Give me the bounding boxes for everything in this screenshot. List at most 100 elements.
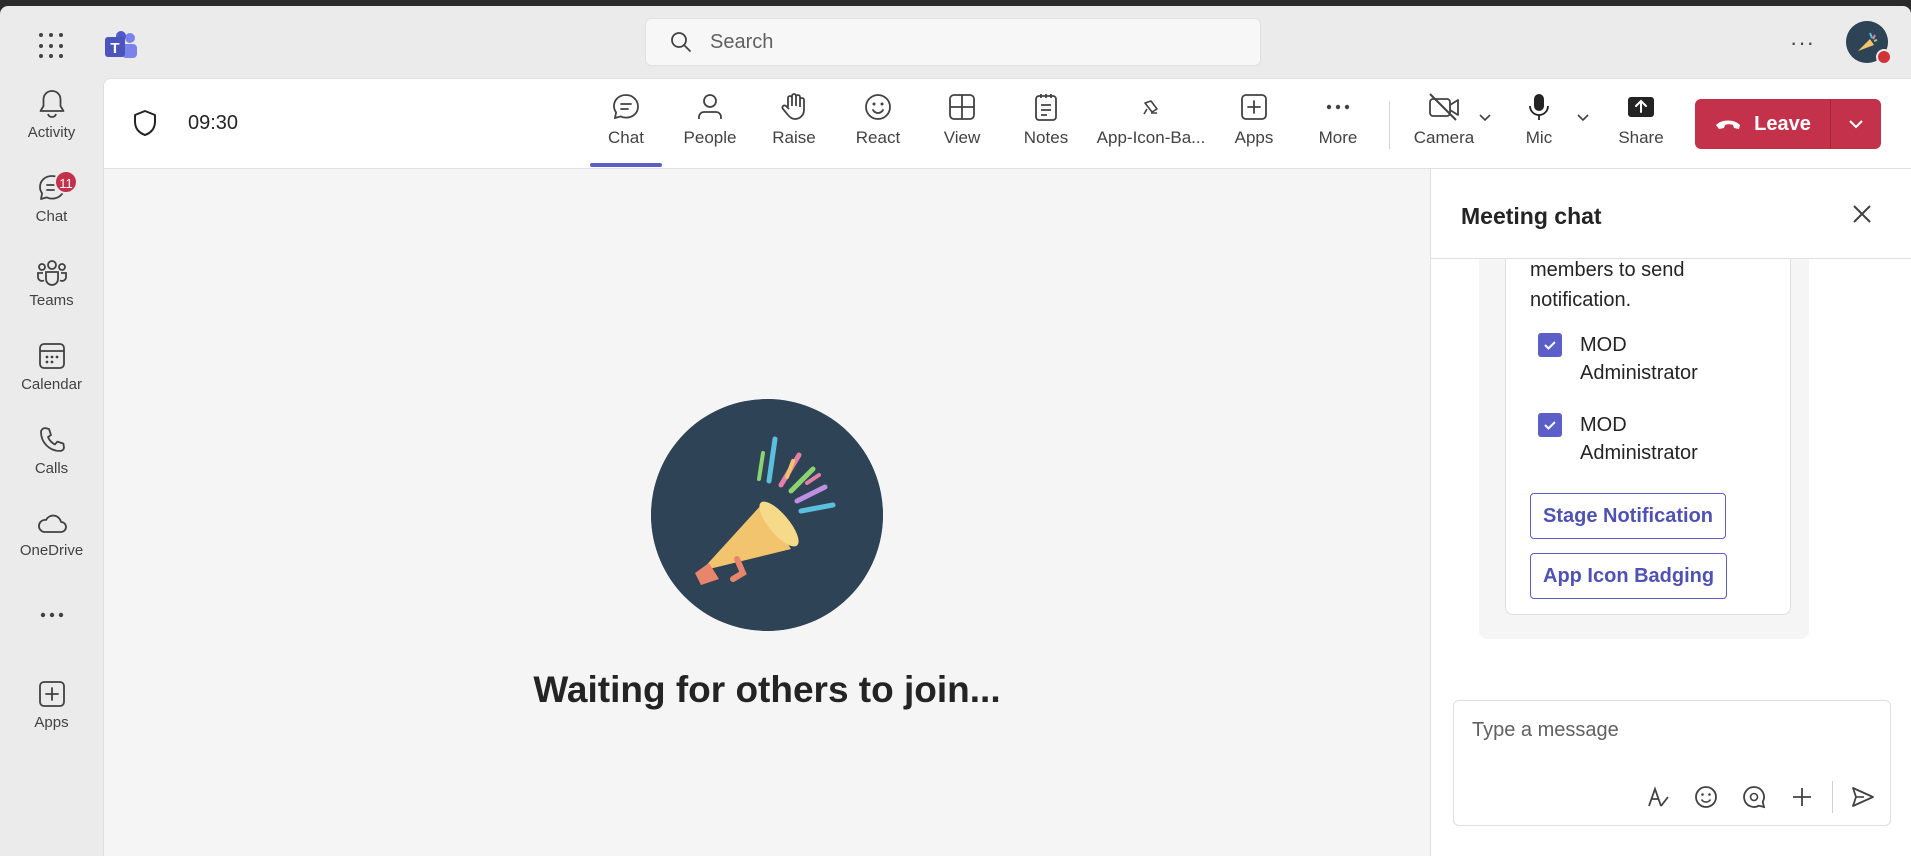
rail-label: Chat [35,208,68,225]
toolbar-people-button[interactable]: People [675,91,745,161]
calendar-icon [38,343,65,369]
hang-up-icon [1716,120,1741,129]
member-checkbox-row[interactable]: MOD Administrator [1538,411,1720,467]
toolbar-chat-button[interactable]: Chat [591,91,661,161]
toolbar-label: Mic [1525,128,1553,147]
raise-hand-icon [781,93,805,120]
toolbar-mic-button[interactable]: Mic [1509,91,1569,161]
toolbar-notes-button[interactable]: Notes [1011,91,1081,161]
app-launcher-icon[interactable] [36,30,68,62]
chat-panel-header: Meeting chat [1431,169,1911,259]
microphone-icon [1529,94,1549,120]
person-icon [698,94,722,119]
toolbar-view-button[interactable]: View [927,91,997,161]
send-icon[interactable] [1839,784,1887,810]
more-options-icon[interactable]: ··· [1790,30,1815,56]
leave-label: Leave [1754,112,1811,135]
rail-item-onedrive[interactable]: OneDrive [0,508,103,588]
search-icon [671,32,691,52]
checkmark-icon [1544,421,1556,430]
add-app-icon [38,681,65,707]
toolbar-label: Notes [1023,128,1069,147]
meeting-toolbar: 09:30 Chat People Raise React View Notes… [104,79,1911,169]
mic-options-chevron-icon[interactable] [1575,109,1591,125]
leave-button[interactable]: Leave [1695,99,1881,149]
meeting-chat-panel: Meeting chat members to send notificatio… [1430,169,1911,856]
close-icon[interactable] [1851,203,1873,225]
checkbox-checked[interactable] [1538,333,1562,357]
compose-divider [1832,781,1833,813]
card-instruction-text: members to send notification. [1530,259,1685,311]
unread-badge: 11 [54,170,78,194]
toolbar-raise-button[interactable]: Raise [759,91,829,161]
rail-label: Teams [29,292,74,309]
checkbox-checked[interactable] [1538,413,1562,437]
member-name: MOD Administrator [1580,334,1698,384]
toolbar-label: React [855,128,901,147]
adaptive-card: members to send notification. MOD Admini… [1505,259,1791,615]
member-name: MOD Administrator [1580,414,1698,464]
loop-icon[interactable] [1730,784,1778,810]
avatar[interactable] [1846,21,1892,65]
toolbar-label: Share [1618,128,1664,147]
add-icon[interactable] [1778,784,1826,810]
rail-more-apps-icon[interactable] [0,610,103,640]
rail-label: Apps [34,714,69,731]
toolbar-label: More [1318,128,1358,147]
search-input[interactable] [710,30,1230,54]
megaphone-illustration [651,399,883,631]
cloud-icon [37,514,67,533]
smiley-icon [865,94,891,120]
member-checkbox-row[interactable]: MOD Administrator [1538,331,1720,387]
title-bar: T ··· [0,6,1911,78]
compose-toolbar [1634,781,1887,813]
rail-item-chat[interactable]: 11 Chat [0,170,103,252]
rail-item-activity[interactable]: Activity [0,88,103,168]
toolbar-label: Apps [1234,128,1274,147]
chat-panel-title: Meeting chat [1461,203,1602,229]
bell-icon [39,90,64,118]
toolbar-apps-button[interactable]: Apps [1219,91,1289,161]
camera-options-chevron-icon[interactable] [1477,109,1493,125]
meeting-stage: Waiting for others to join... [104,169,1430,856]
rail-label: OneDrive [19,542,84,559]
meeting-timer: 09:30 [188,112,239,134]
phone-icon [39,427,65,452]
toolbar-divider [1389,101,1390,149]
meeting-area: 09:30 Chat People Raise React View Notes… [103,78,1911,856]
format-icon[interactable] [1634,784,1682,810]
toolbar-label: Raise [772,128,816,147]
app-rail: Activity 11 Chat Teams Calendar Calls On… [0,78,103,856]
emoji-icon[interactable] [1682,784,1730,810]
rail-item-calls[interactable]: Calls [0,424,103,504]
message-input[interactable] [1472,719,1872,742]
rail-item-calendar[interactable]: Calendar [0,340,103,420]
rail-label: Calendar [21,376,82,393]
toolbar-share-button[interactable]: Share [1606,91,1676,161]
shield-icon[interactable] [132,109,158,137]
toolbar-app-icon-badging-button[interactable]: App-Icon-Ba... [1096,91,1206,161]
toolbar-more-button[interactable]: More [1303,91,1373,161]
rail-item-apps[interactable]: Apps [0,678,103,758]
teams-icon [36,260,67,286]
stage-notification-button[interactable]: Stage Notification [1530,493,1727,539]
rail-item-teams[interactable]: Teams [0,256,103,336]
status-busy-indicator [1876,49,1892,65]
app-badging-icon [1143,100,1158,115]
search-box[interactable] [645,18,1261,66]
add-app-icon [1241,94,1267,120]
leave-options-chevron-icon[interactable] [1831,115,1881,133]
chat-icon [613,94,639,120]
toolbar-react-button[interactable]: React [843,91,913,161]
leave-main[interactable]: Leave [1695,99,1831,149]
message-bubble: members to send notification. MOD Admini… [1479,259,1809,639]
toolbar-label: View [943,128,981,147]
toolbar-label: Camera [1413,128,1475,147]
app-icon-badging-button[interactable]: App Icon Badging [1530,553,1728,599]
notes-icon [1035,94,1057,121]
checkmark-icon [1544,341,1556,350]
toolbar-camera-button[interactable]: Camera [1409,91,1479,161]
grid-view-icon [949,94,975,120]
compose-box [1453,700,1891,826]
teams-window: T ··· [0,6,1911,856]
